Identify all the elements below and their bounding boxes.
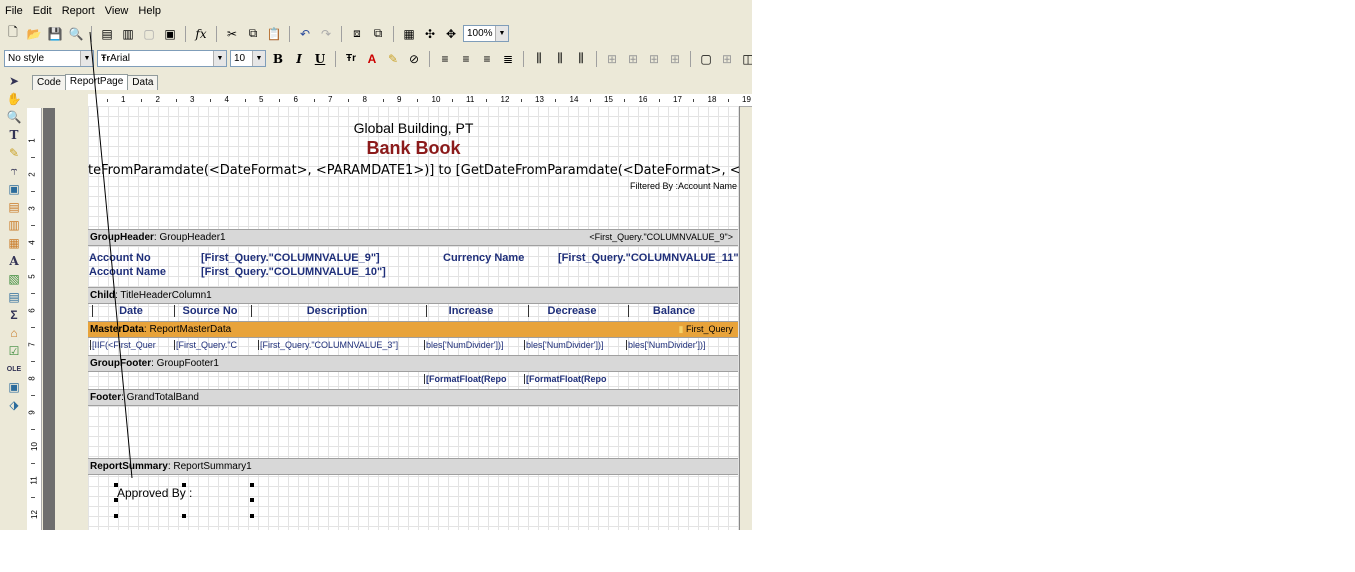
- annotation-line: [89, 31, 133, 479]
- report-designer-window: File Edit Report View Help 🗋 📂 💾 🔍 ▤ ▥ ▢…: [0, 0, 752, 530]
